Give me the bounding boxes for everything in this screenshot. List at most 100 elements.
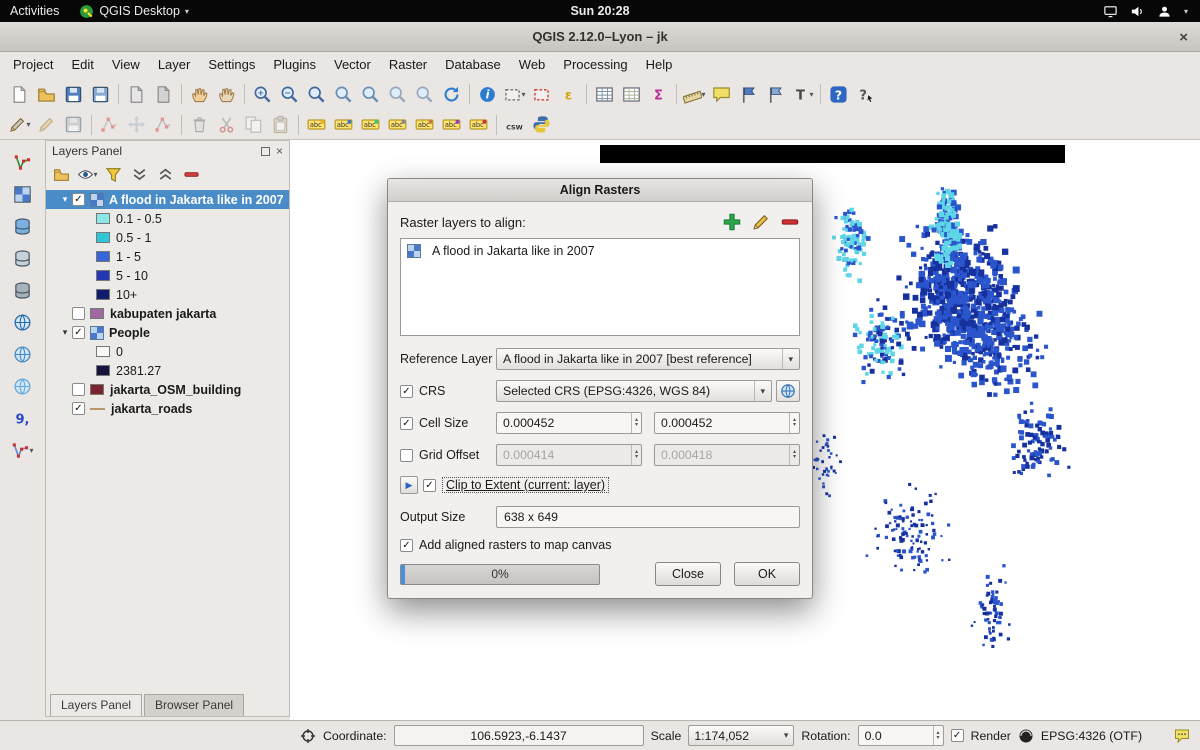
layer-visibility-checkbox[interactable] bbox=[72, 307, 85, 320]
menu-help[interactable]: Help bbox=[637, 52, 682, 78]
menu-database[interactable]: Database bbox=[436, 52, 510, 78]
list-item[interactable]: A flood in Jakarta like in 2007 bbox=[407, 244, 793, 258]
legend-item[interactable]: 5 - 10 bbox=[46, 266, 289, 285]
manage-layer-visibility-button[interactable]: ▾ bbox=[75, 163, 100, 185]
menu-processing[interactable]: Processing bbox=[554, 52, 636, 78]
pan-map-button[interactable] bbox=[186, 81, 213, 107]
show-bookmarks-button[interactable] bbox=[762, 81, 789, 107]
layer-visibility-checkbox[interactable]: ✓ bbox=[72, 402, 85, 415]
menu-web[interactable]: Web bbox=[510, 52, 555, 78]
pin-unpin-labels-button[interactable]: abc bbox=[330, 112, 357, 138]
layer-visibility-checkbox[interactable]: ✓ bbox=[72, 326, 85, 339]
zoom-to-selection-button[interactable] bbox=[330, 81, 357, 107]
help-contents-button[interactable]: ? bbox=[825, 81, 852, 107]
layer-labeling-options-button[interactable]: abc bbox=[303, 112, 330, 138]
crs-status-icon[interactable] bbox=[1018, 728, 1034, 744]
scale-combobox[interactable]: 1:174,052 ▾ bbox=[688, 725, 794, 746]
rotation-spinbox[interactable]: 0.0 ▴▾ bbox=[858, 725, 944, 746]
add-wfs-layer-button[interactable] bbox=[8, 374, 38, 398]
remove-layer-button[interactable] bbox=[179, 163, 204, 185]
current-edits-button[interactable]: ▾ bbox=[6, 112, 33, 138]
show-statistical-summary-button[interactable]: Σ bbox=[645, 81, 672, 107]
menu-edit[interactable]: Edit bbox=[62, 52, 102, 78]
coordinate-input[interactable]: 106.5923,-6.1437 bbox=[394, 725, 644, 746]
add-vector-layer-button[interactable] bbox=[8, 150, 38, 174]
clip-to-extent-label[interactable]: Clip to Extent (current: layer) bbox=[442, 477, 609, 493]
measure-button[interactable]: ▾ bbox=[681, 81, 708, 107]
zoom-last-button[interactable] bbox=[384, 81, 411, 107]
add-delimited-text-layer-button[interactable]: 9, bbox=[8, 406, 38, 430]
tab-browser-panel[interactable]: Browser Panel bbox=[144, 694, 244, 716]
add-mssql-layer-button[interactable] bbox=[8, 278, 38, 302]
identify-features-button[interactable]: i bbox=[474, 81, 501, 107]
grid-offset-checkbox[interactable] bbox=[400, 449, 413, 462]
display-icon[interactable] bbox=[1103, 4, 1118, 19]
add-wms-layer-button[interactable] bbox=[8, 310, 38, 334]
spin-arrows-icon[interactable]: ▴▾ bbox=[789, 413, 799, 433]
legend-item[interactable]: 10+ bbox=[46, 285, 289, 304]
add-to-canvas-checkbox[interactable]: ✓ bbox=[400, 539, 413, 552]
move-feature-button[interactable] bbox=[123, 112, 150, 138]
copy-features-button[interactable] bbox=[240, 112, 267, 138]
open-attribute-table-button[interactable] bbox=[591, 81, 618, 107]
expander-icon[interactable]: ▾ bbox=[58, 327, 72, 338]
new-print-composer-button[interactable] bbox=[123, 81, 150, 107]
add-spatialite-layer-button[interactable] bbox=[8, 246, 38, 270]
spin-arrows-icon[interactable]: ▴▾ bbox=[933, 726, 943, 745]
dialog-title[interactable]: Align Rasters bbox=[388, 179, 812, 202]
layer-item[interactable]: ✓jakarta_roads bbox=[46, 399, 289, 418]
menu-project[interactable]: Project bbox=[4, 52, 62, 78]
add-wcs-layer-button[interactable] bbox=[8, 342, 38, 366]
menu-view[interactable]: View bbox=[103, 52, 149, 78]
menu-settings[interactable]: Settings bbox=[199, 52, 264, 78]
raster-layers-list[interactable]: A flood in Jakarta like in 2007 bbox=[400, 238, 800, 336]
clip-expand-button[interactable]: ▶ bbox=[400, 476, 418, 494]
python-console-button[interactable] bbox=[528, 112, 555, 138]
zoom-in-button[interactable]: + bbox=[249, 81, 276, 107]
node-tool-button[interactable] bbox=[150, 112, 177, 138]
zoom-next-button[interactable] bbox=[411, 81, 438, 107]
zoom-out-button[interactable]: − bbox=[276, 81, 303, 107]
menu-vector[interactable]: Vector bbox=[325, 52, 380, 78]
cut-features-button[interactable] bbox=[213, 112, 240, 138]
add-group-button[interactable] bbox=[49, 163, 74, 185]
coordinate-capture-icon[interactable] bbox=[300, 728, 316, 744]
app-menu-button[interactable]: QGIS Desktop ▾ bbox=[69, 0, 199, 22]
grid-offset-x-spinbox[interactable]: 0.000414 ▴▾ bbox=[496, 444, 642, 466]
highlight-pinned-labels-button[interactable]: abc bbox=[357, 112, 384, 138]
layer-item[interactable]: kabupaten jakarta bbox=[46, 304, 289, 323]
refresh-map-button[interactable] bbox=[438, 81, 465, 107]
toggle-editing-button[interactable] bbox=[33, 112, 60, 138]
change-label-properties-button[interactable]: abc bbox=[465, 112, 492, 138]
legend-item[interactable]: 0.5 - 1 bbox=[46, 228, 289, 247]
add-postgis-layer-button[interactable] bbox=[8, 214, 38, 238]
whats-this-button[interactable]: ? bbox=[852, 81, 879, 107]
layer-item[interactable]: ▾✓People bbox=[46, 323, 289, 342]
new-bookmark-button[interactable] bbox=[735, 81, 762, 107]
map-tips-button[interactable] bbox=[708, 81, 735, 107]
field-calculator-button[interactable] bbox=[618, 81, 645, 107]
window-close-button[interactable]: × bbox=[1179, 22, 1188, 52]
close-button[interactable]: Close bbox=[655, 562, 721, 586]
zoom-to-layer-button[interactable] bbox=[357, 81, 384, 107]
add-raster-button[interactable] bbox=[722, 212, 742, 232]
float-panel-icon[interactable] bbox=[261, 147, 270, 156]
crs-combobox[interactable]: Selected CRS (EPSG:4326, WGS 84) ▾ bbox=[496, 380, 772, 402]
cell-size-checkbox[interactable]: ✓ bbox=[400, 417, 413, 430]
open-project-button[interactable] bbox=[33, 81, 60, 107]
close-panel-icon[interactable]: × bbox=[276, 144, 283, 158]
deselect-features-button[interactable] bbox=[528, 81, 555, 107]
legend-item[interactable]: 0 bbox=[46, 342, 289, 361]
render-checkbox[interactable]: ✓ bbox=[951, 729, 964, 742]
user-icon[interactable] bbox=[1157, 4, 1172, 19]
rotate-label-button[interactable]: abc bbox=[438, 112, 465, 138]
ok-button[interactable]: OK bbox=[734, 562, 800, 586]
reference-layer-combobox[interactable]: A flood in Jakarta like in 2007 [best re… bbox=[496, 348, 800, 370]
cell-size-y-spinbox[interactable]: 0.000452 ▴▾ bbox=[654, 412, 800, 434]
pan-to-selection-button[interactable] bbox=[213, 81, 240, 107]
window-titlebar[interactable]: QGIS 2.12.0–Lyon – jk × bbox=[0, 22, 1200, 52]
collapse-all-button[interactable] bbox=[153, 163, 178, 185]
save-layer-edits-button[interactable] bbox=[60, 112, 87, 138]
select-by-expression-button[interactable]: ε bbox=[555, 81, 582, 107]
grid-offset-y-spinbox[interactable]: 0.000418 ▴▾ bbox=[654, 444, 800, 466]
